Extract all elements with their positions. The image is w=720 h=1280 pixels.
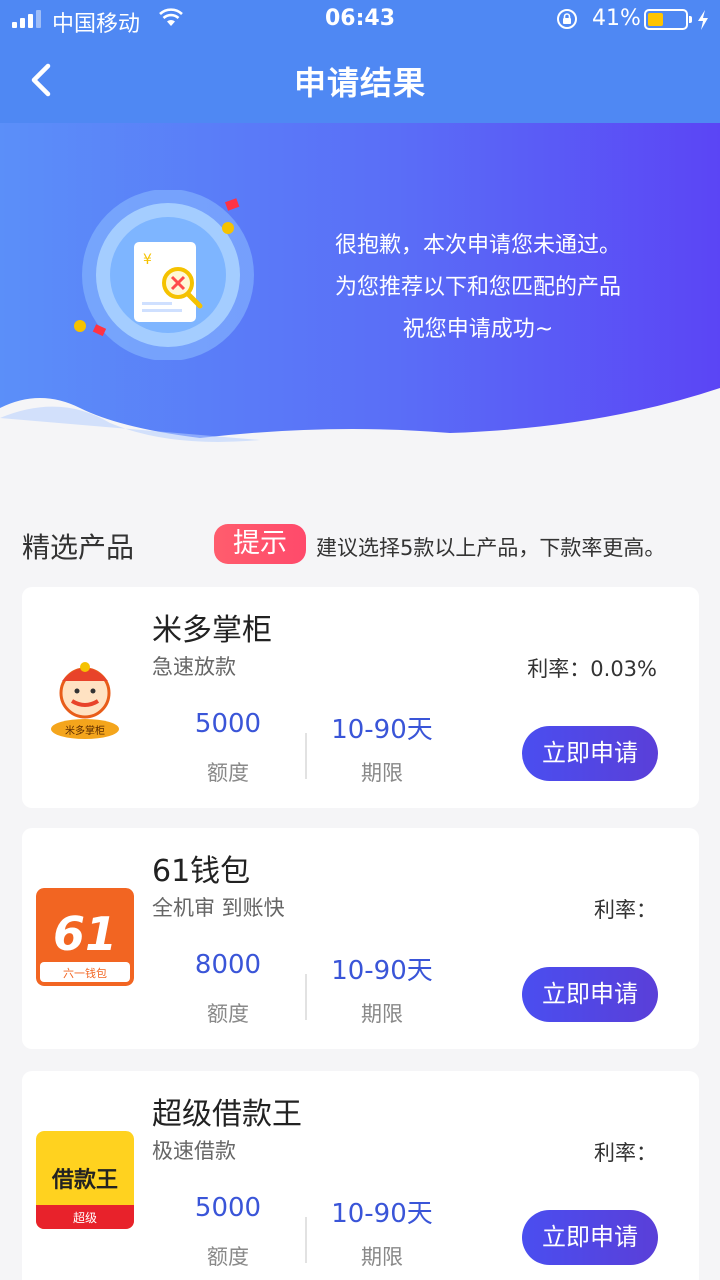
amount-label: 额度 xyxy=(207,1002,249,1026)
battery-icon xyxy=(644,9,692,30)
product-rate: 利率： xyxy=(594,1141,657,1165)
product-card[interactable]: 借款王 超级 超级借款王 极速借款 利率： 5000 额度 10-90天 期限 … xyxy=(22,1071,699,1280)
product-tagline: 急速放款 xyxy=(152,655,236,679)
section-title: 精选产品 xyxy=(22,531,135,564)
status-bar: 中国移动 06:43 41% xyxy=(0,0,720,40)
product-term: 10-90天 xyxy=(331,715,433,745)
product-rate: 利率： xyxy=(594,898,657,922)
product-logo: 米多掌柜 xyxy=(36,647,134,745)
stat-divider xyxy=(305,974,307,1020)
apply-button[interactable]: 立即申请 xyxy=(522,726,658,781)
message-line-3: 祝您申请成功~ xyxy=(402,317,554,342)
stat-divider xyxy=(305,733,307,779)
nav-bar: 申请结果 xyxy=(0,40,720,123)
product-rate: 利率：0.03% xyxy=(527,657,657,681)
result-message: 很抱歉，本次申请您未通过。 为您推荐以下和您匹配的产品 祝您申请成功~ xyxy=(320,225,636,351)
message-line-1: 很抱歉，本次申请您未通过。 xyxy=(334,233,621,258)
product-tagline: 全机审 到账快 xyxy=(152,896,285,920)
amount-label: 额度 xyxy=(207,761,249,785)
product-amount: 5000 xyxy=(194,1193,262,1223)
amount-label: 额度 xyxy=(207,1245,249,1269)
product-card[interactable]: 61 六一钱包 61钱包 全机审 到账快 利率： 8000 额度 10-90天 … xyxy=(22,828,699,1049)
tip-text: 建议选择5款以上产品，下款率更高。 xyxy=(316,536,666,560)
product-card[interactable]: 米多掌柜 米多掌柜 急速放款 利率：0.03% 5000 额度 10-90天 期… xyxy=(22,587,699,808)
product-name: 61钱包 xyxy=(152,854,251,889)
yuan-symbol: ¥ xyxy=(143,252,152,268)
product-term: 10-90天 xyxy=(331,956,433,986)
apply-button[interactable]: 立即申请 xyxy=(522,1210,658,1265)
logo-text: 61 xyxy=(53,907,117,961)
product-tagline: 极速借款 xyxy=(152,1139,236,1163)
stat-divider xyxy=(305,1217,307,1263)
term-label: 期限 xyxy=(361,1002,403,1026)
page-title: 申请结果 xyxy=(293,64,426,102)
app-header: 中国移动 06:43 41% 申请结果 xyxy=(0,0,720,123)
logo-text: 借款王 xyxy=(51,1167,118,1193)
logo-subtext: 六一钱包 xyxy=(63,966,107,980)
tip-badge: 提示 xyxy=(214,524,306,564)
banner-wave xyxy=(0,388,720,478)
product-name: 米多掌柜 xyxy=(152,613,272,648)
charging-icon xyxy=(698,10,708,30)
battery-percent: 41% xyxy=(592,6,641,31)
term-label: 期限 xyxy=(361,1245,403,1269)
product-term: 10-90天 xyxy=(331,1199,433,1229)
term-label: 期限 xyxy=(361,761,403,785)
product-amount: 8000 xyxy=(194,950,262,980)
product-amount: 5000 xyxy=(194,709,262,739)
message-line-2: 为您推荐以下和您匹配的产品 xyxy=(334,275,621,300)
product-name: 超级借款王 xyxy=(152,1097,302,1132)
logo-subtext: 超级 xyxy=(73,1210,97,1225)
product-logo: 61 六一钱包 xyxy=(36,888,134,986)
product-logo: 借款王 超级 xyxy=(36,1131,134,1229)
rotation-lock-icon xyxy=(557,9,577,29)
apply-button[interactable]: 立即申请 xyxy=(522,967,658,1022)
rejection-illustration: ¥ xyxy=(74,190,254,360)
logo-text: 米多掌柜 xyxy=(65,724,105,737)
